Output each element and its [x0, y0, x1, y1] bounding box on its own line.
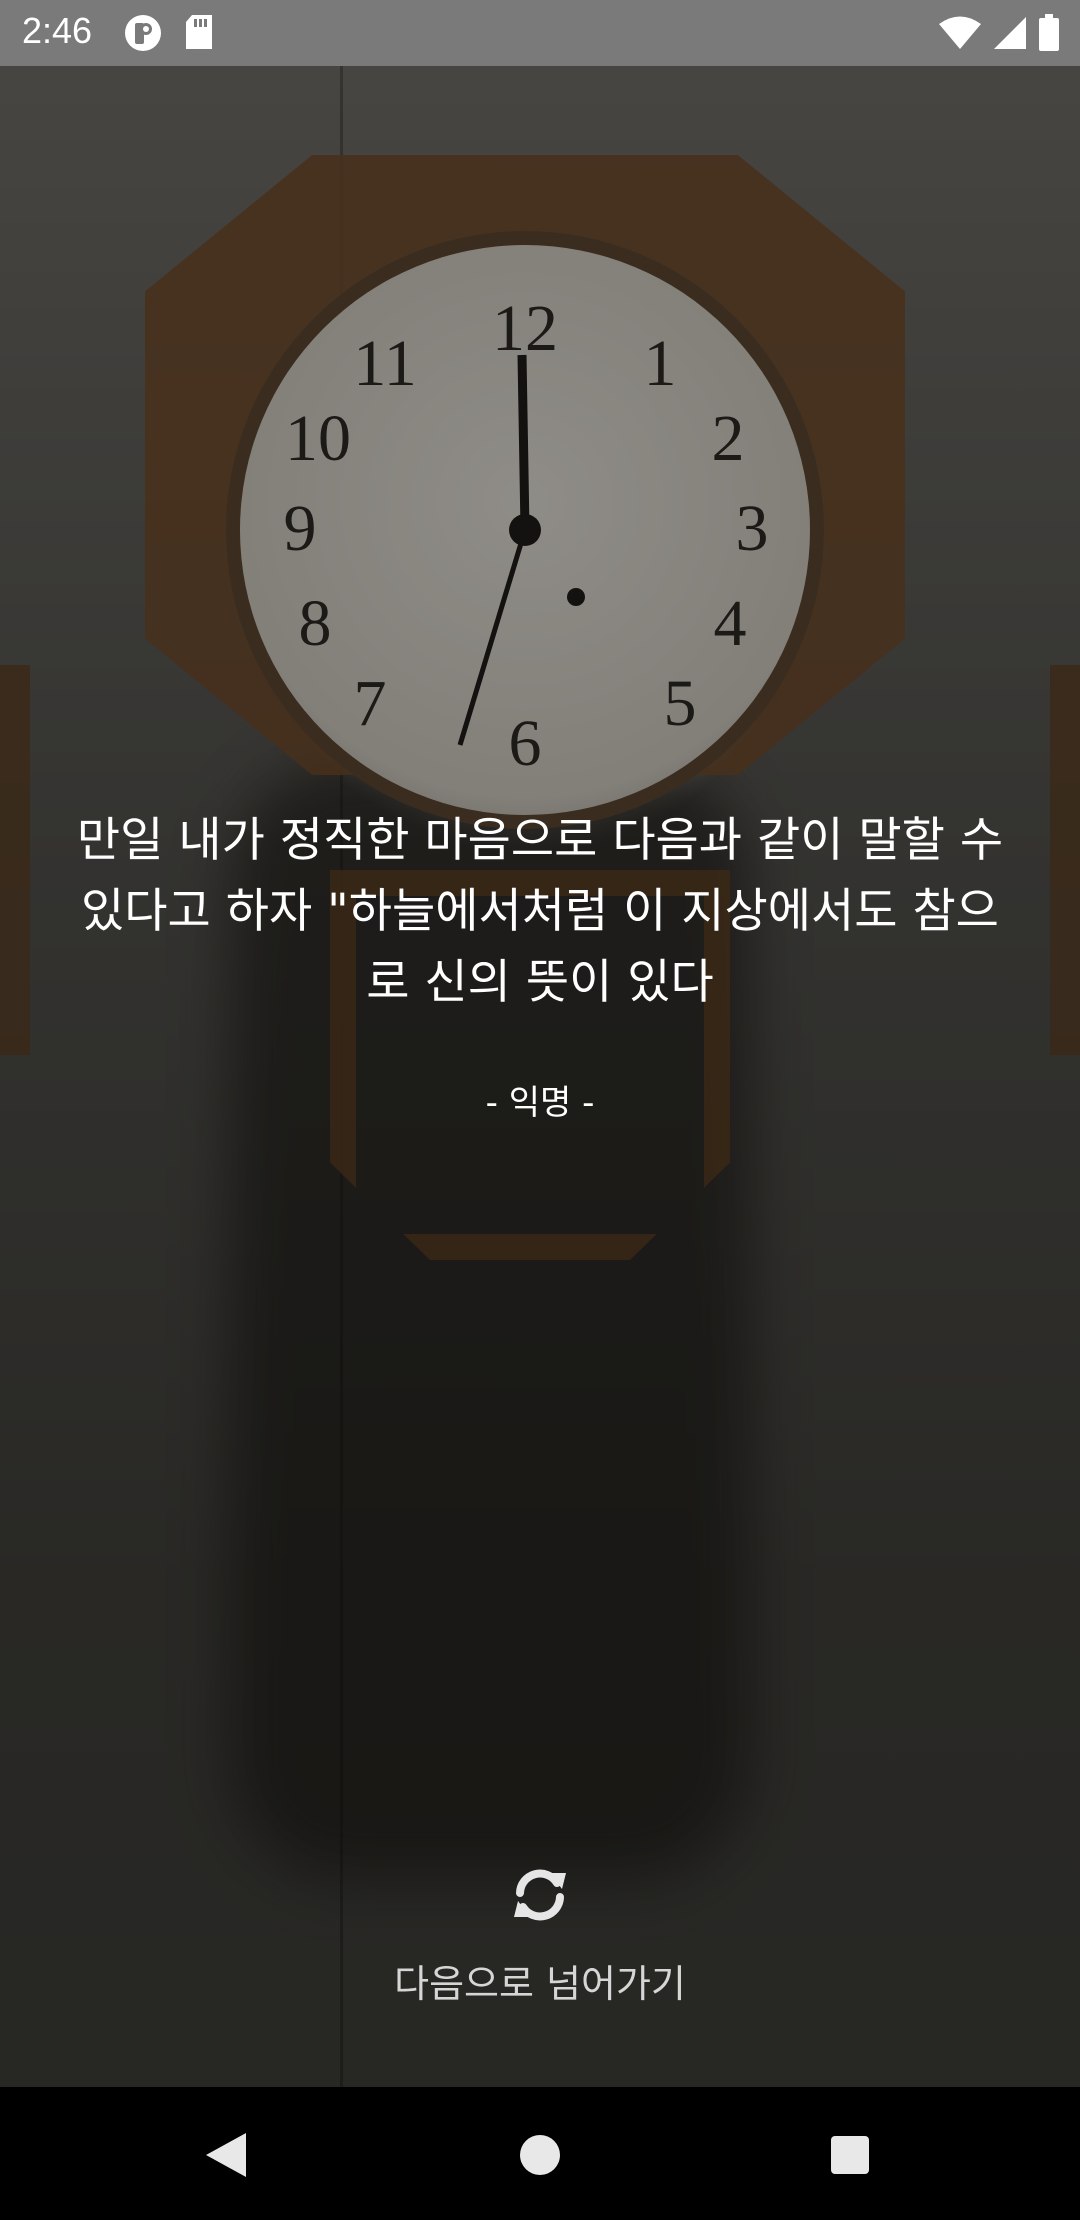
- quote-screen: 2:46 12 1 2 3 4 5 6 7 8 9 10 11 만일 내가 정직…: [0, 0, 1080, 2220]
- navigation-bar: [0, 2087, 1080, 2220]
- signal-icon: [992, 15, 1028, 55]
- quote-text: 만일 내가 정직한 마음으로 다음과 같이 말할 수 있다고 하자 "하늘에서처…: [76, 813, 1004, 1010]
- recents-icon[interactable]: [820, 2125, 880, 2185]
- status-left-icons: [124, 14, 214, 56]
- wifi-icon: [938, 15, 982, 55]
- next-button[interactable]: 다음으로 넘어가기: [0, 1953, 1080, 2008]
- status-right-icons: [938, 14, 1060, 56]
- home-icon[interactable]: [510, 2125, 570, 2185]
- sd-card-icon: [184, 14, 214, 56]
- status-time: 2:46: [22, 10, 93, 51]
- back-icon[interactable]: [196, 2125, 256, 2185]
- pocket-icon: [124, 14, 162, 56]
- quote-author: - 익명 -: [485, 1083, 595, 1123]
- refresh-icon[interactable]: [510, 1865, 570, 1925]
- status-bar: 2:46: [0, 0, 1080, 66]
- battery-icon: [1038, 14, 1060, 56]
